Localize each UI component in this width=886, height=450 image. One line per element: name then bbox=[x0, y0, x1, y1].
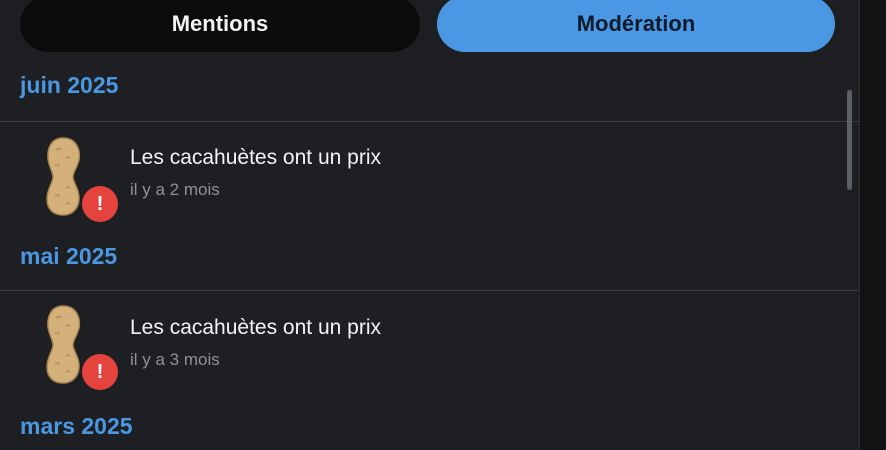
list-item[interactable]: ! Les cacahuètes ont un prix il y a 3 mo… bbox=[0, 294, 859, 404]
month-header: juin 2025 bbox=[20, 72, 119, 98]
side-strip bbox=[859, 0, 886, 450]
item-title: Les cacahuètes ont un prix bbox=[130, 316, 381, 339]
item-timestamp: il y a 2 mois bbox=[130, 180, 220, 199]
alert-icon: ! bbox=[82, 186, 118, 222]
avatar: ! bbox=[36, 136, 126, 226]
peanut-icon bbox=[46, 137, 81, 216]
divider bbox=[0, 121, 859, 122]
tab-mentions[interactable]: Mentions bbox=[20, 0, 420, 52]
scrollbar-thumb[interactable] bbox=[847, 90, 852, 190]
item-timestamp: il y a 3 mois bbox=[130, 350, 220, 369]
item-title: Les cacahuètes ont un prix bbox=[130, 146, 381, 169]
list-item[interactable]: ! Les cacahuètes ont un prix il y a 2 mo… bbox=[0, 126, 859, 236]
divider bbox=[0, 290, 859, 291]
notifications-panel: Mentions Modération juin 2025 ! Les caca… bbox=[0, 0, 859, 450]
peanut-icon bbox=[46, 305, 81, 384]
tab-bar: Mentions Modération bbox=[0, 0, 859, 60]
month-header: mai 2025 bbox=[20, 243, 118, 269]
month-header: mars 2025 bbox=[20, 413, 133, 439]
alert-icon: ! bbox=[82, 354, 118, 390]
avatar: ! bbox=[36, 304, 126, 394]
tab-moderation[interactable]: Modération bbox=[437, 0, 835, 52]
